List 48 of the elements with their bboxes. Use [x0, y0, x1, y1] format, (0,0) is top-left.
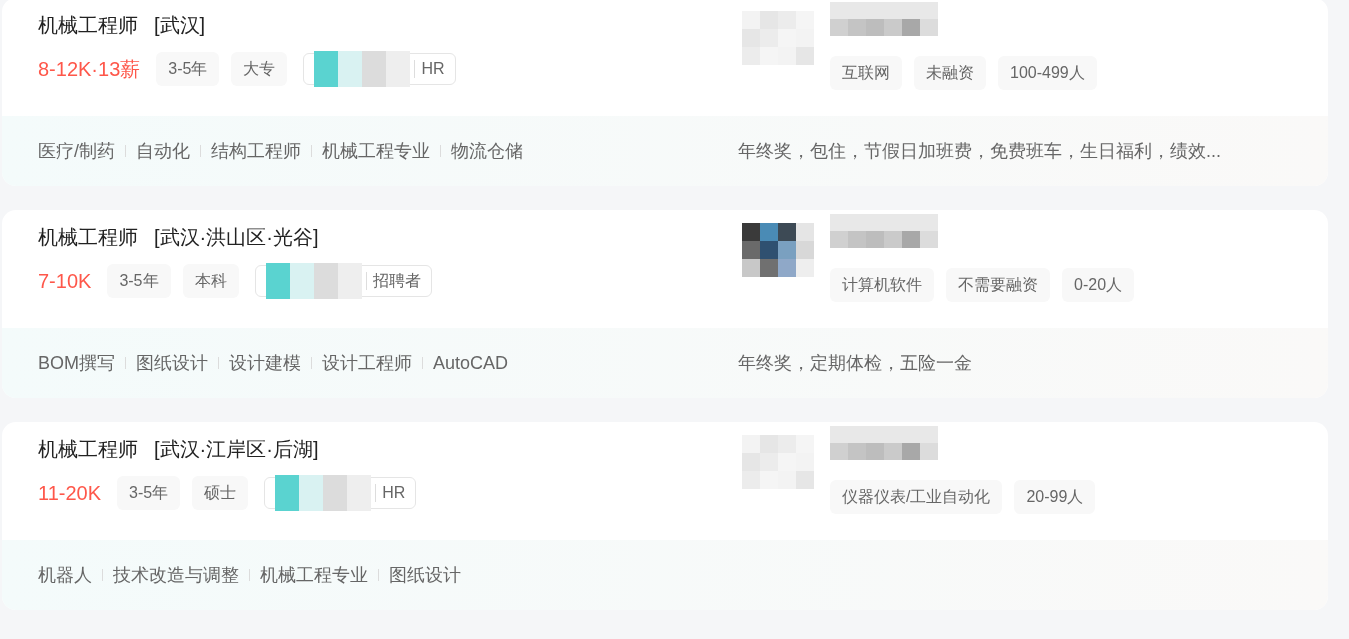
skill-tag: 结构工程师	[211, 137, 301, 165]
requirement-tag: 硕士	[192, 476, 249, 510]
skill-tag: BOM撰写	[38, 349, 115, 377]
company-tag: 仪器仪表/工业自动化	[830, 480, 1003, 514]
recruiter-tag[interactable]: HR	[303, 53, 456, 85]
job-location: [武汉·洪山区·光谷]	[154, 225, 319, 250]
skill-tag: 机械工程专业	[260, 561, 368, 589]
job-card[interactable]: 机械工程师 [武汉·洪山区·光谷] 7-10K 3-5年 本科 招聘者 计算机软件 不需要融资 0-20人 BOM撰写 图纸设计 设计建模 设计工程师 AutoCAD 年终奖，定期体检，五险一金	[2, 210, 1328, 398]
skill-tag: AutoCAD	[433, 349, 509, 377]
skill-tag: 技术改造与调整	[113, 561, 239, 589]
job-location: [武汉·江岸区·后湖]	[154, 437, 319, 462]
job-card[interactable]: 机械工程师 [武汉·江岸区·后湖] 11-20K 3-5年 硕士 HR 仪器仪表/工业自动化 20-99人 机器人 技术改造与调整 机械工程专业 图纸设计	[2, 422, 1328, 610]
recruiter-tag[interactable]: HR	[264, 477, 417, 509]
skill-tag: 物流仓储	[451, 137, 523, 165]
company-tag: 不需要融资	[946, 268, 1050, 302]
skill-tag: 图纸设计	[389, 561, 461, 589]
company-tag: 100-499人	[998, 56, 1097, 90]
benefits-text: 年终奖，定期体检，五险一金	[737, 351, 972, 375]
company-tag: 计算机软件	[830, 268, 934, 302]
skill-tag: 机械工程专业	[322, 137, 430, 165]
recruiter-tag[interactable]: 招聘者	[254, 265, 432, 297]
requirement-tag: 大专	[231, 52, 288, 86]
requirement-tag: 本科	[182, 264, 239, 298]
job-title[interactable]: 机械工程师	[38, 10, 138, 40]
company-tag: 未融资	[914, 56, 986, 90]
benefits-text: 年终奖，包住，节假日加班费，免费班车，生日福利，绩效...	[737, 139, 1221, 163]
skill-tag: 设计工程师	[322, 349, 412, 377]
skill-tag: 机器人	[38, 561, 92, 589]
recruiter-role: 招聘者	[365, 272, 421, 290]
skill-tag: 设计建模	[229, 349, 301, 377]
recruiter-role: HR	[414, 60, 445, 78]
job-card[interactable]: 机械工程师 [武汉] 8-12K·13薪 3-5年 大专 HR 互联网 未融资 100-499人 医疗/制药 自动化 结构工程师 机械工程专业 物流仓储 年终奖，包住，节假日加班费，免费班车，生日福利，绩效...	[2, 0, 1328, 186]
skill-tag: 自动化	[136, 137, 190, 165]
recruiter-role: HR	[375, 484, 406, 502]
job-title[interactable]: 机械工程师	[38, 434, 138, 464]
requirement-tag: 3-5年	[156, 52, 220, 86]
job-title[interactable]: 机械工程师	[38, 222, 138, 252]
company-tag: 互联网	[830, 56, 902, 90]
skill-tag: 医疗/制药	[38, 137, 115, 165]
requirement-tag: 3-5年	[117, 476, 181, 510]
requirement-tag: 3-5年	[107, 264, 171, 298]
salary: 7-10K	[38, 269, 92, 294]
company-tag: 20-99人	[1014, 480, 1096, 514]
job-location: [武汉]	[154, 13, 206, 38]
skill-tag: 图纸设计	[136, 349, 208, 377]
salary: 11-20K	[38, 481, 101, 506]
salary: 8-12K·13薪	[38, 57, 141, 82]
company-tag: 0-20人	[1062, 268, 1135, 302]
